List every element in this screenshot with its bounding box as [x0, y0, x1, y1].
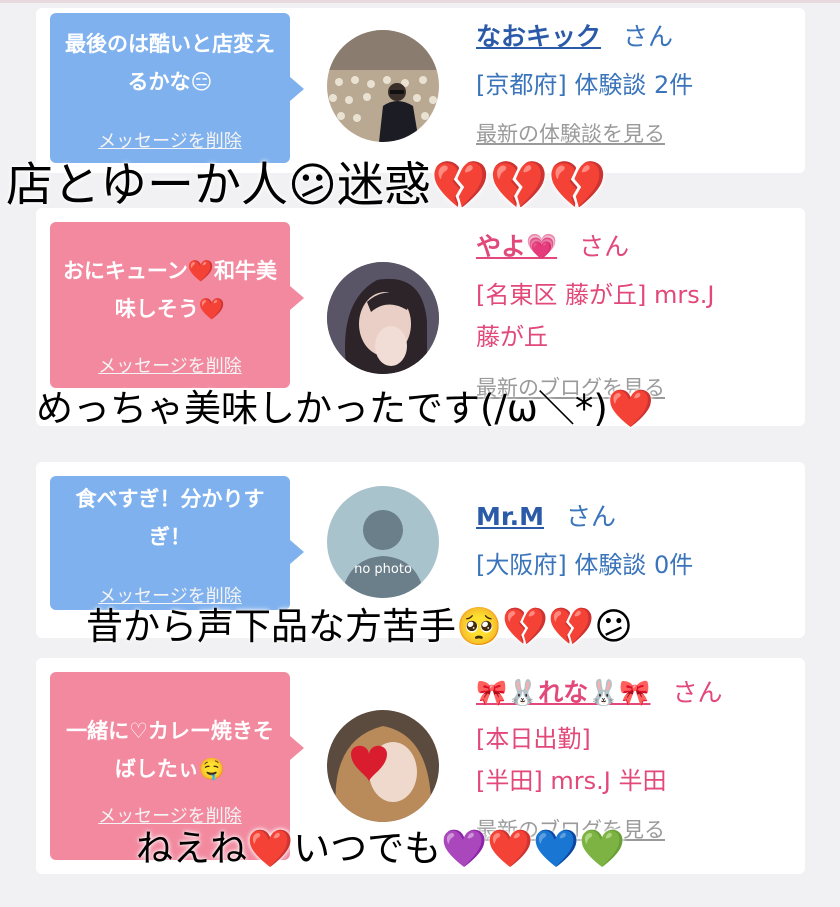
user-detail: [本日出勤]: [476, 725, 591, 753]
message-text: 食べすぎ！分かりすぎ！: [75, 487, 265, 549]
caption-3: 昔から声下品な方苦手🥺💔💔😕: [86, 605, 633, 648]
honorific: さん: [566, 502, 617, 531]
user-detail: [京都府] 体験談 2件: [476, 71, 694, 99]
message-bubble: 最後のは酷いと店変えるかな😑 メッセージを削除: [50, 13, 304, 163]
user-info: やよ💗 さん [名東区 藤が丘] mrs.J 藤が丘 最新のブログを見る: [476, 226, 795, 402]
user-info: なおキック さん [京都府] 体験談 2件 最新の体験談を見る: [476, 16, 795, 148]
latest-link[interactable]: 最新の体験談を見る: [476, 118, 795, 148]
message-bubble: 食べすぎ！分かりすぎ！ メッセージを削除: [50, 476, 304, 610]
user-info: Mr.M さん [大阪府] 体験談 0件: [476, 496, 795, 586]
honorific: さん: [579, 232, 630, 261]
message-text: 最後のは酷いと店変えるかな😑: [65, 32, 275, 94]
avatar-placeholder: [327, 486, 439, 598]
avatar-photo: [327, 262, 439, 374]
caption-4: ねえね❤️いつでも💜❤️💙💚: [136, 827, 626, 870]
message-text: おにキューン❤️和牛美味しそう❤️: [62, 259, 278, 321]
user-name-link[interactable]: 🎀🐰れな🐰🎀: [476, 678, 651, 707]
avatar[interactable]: [327, 30, 439, 142]
avatar-photo: [327, 30, 439, 142]
delete-message-link[interactable]: メッセージを削除: [50, 352, 290, 378]
avatar-label: no photo: [354, 562, 412, 577]
user-detail-shop: [半田] mrs.J 半田: [476, 767, 667, 795]
avatar[interactable]: no photo: [327, 486, 439, 598]
user-name-link[interactable]: Mr.M: [476, 502, 544, 531]
message-text: 一緒に♡カレー焼きそばしたぃ🤤: [66, 719, 274, 781]
user-detail-shop: 藤が丘: [476, 323, 548, 351]
user-detail: [大阪府] 体験談 0件: [476, 551, 694, 579]
honorific: さん: [672, 678, 723, 707]
avatar[interactable]: [327, 262, 439, 374]
avatar-photo: [327, 710, 439, 822]
honorific: さん: [623, 22, 674, 51]
top-divider: [0, 0, 840, 3]
caption-2: めっちゃ美味しかったです(/ω＼*)❤️: [36, 387, 654, 430]
user-detail: [名東区 藤が丘] mrs.J: [476, 281, 715, 309]
user-name-link[interactable]: なおキック: [476, 22, 601, 51]
avatar[interactable]: [327, 710, 439, 822]
message-bubble: おにキューン❤️和牛美味しそう❤️ メッセージを削除: [50, 222, 304, 388]
caption-1: 店とゆーか人😕迷惑💔💔💔: [6, 158, 607, 213]
user-name-link[interactable]: やよ💗: [476, 232, 557, 261]
